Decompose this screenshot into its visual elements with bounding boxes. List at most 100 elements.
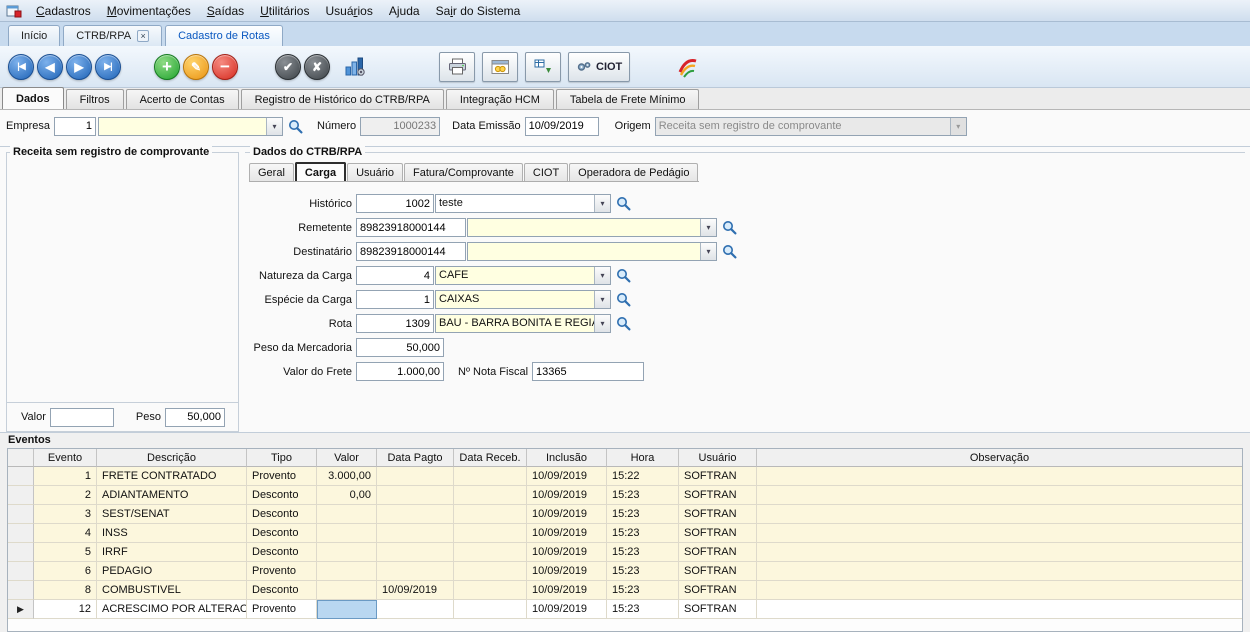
destinatario-combo[interactable]: ▾ [467,242,717,261]
column-header-observacao[interactable]: Observação [757,449,1242,467]
cell[interactable]: 10/09/2019 [527,505,607,524]
column-header-descricao[interactable]: Descrição [97,449,247,467]
cell[interactable] [377,562,454,581]
cell[interactable]: SOFTRAN [679,524,757,543]
search-icon[interactable] [722,220,737,235]
cell[interactable]: 10/09/2019 [527,486,607,505]
menu-item-ajuda[interactable]: Ajuda [381,0,428,21]
menu-item-saidas[interactable]: Saídas [199,0,252,21]
carga-tab-ciot[interactable]: CIOT [524,163,568,181]
rota-combo[interactable]: BAU - BARRA BONITA E REGIAO▾ [435,314,611,333]
nav-last-button[interactable]: ▶| [95,54,121,80]
report-button[interactable] [482,52,518,82]
column-header-hora[interactable]: Hora [607,449,679,467]
cell[interactable] [757,600,1242,619]
cell[interactable]: 10/09/2019 [527,581,607,600]
cell[interactable]: ACRESCIMO POR ALTERACAC [97,600,247,619]
cell[interactable]: 6 [34,562,97,581]
cell[interactable] [317,505,377,524]
cell[interactable]: SOFTRAN [679,562,757,581]
cell[interactable]: SOFTRAN [679,543,757,562]
carga-tab-usuario[interactable]: Usuário [347,163,403,181]
page-tab-tabela-de-frete-minimo[interactable]: Tabela de Frete Mínimo [556,89,700,109]
peso-input[interactable] [165,408,225,427]
peso-input[interactable] [356,338,444,357]
cell[interactable]: Provento [247,467,317,486]
cell[interactable] [757,467,1242,486]
table-row[interactable]: 4INSSDesconto10/09/201915:23SOFTRAN [8,524,1242,543]
empresa-combo[interactable]: ▾ [98,117,283,136]
cell[interactable] [454,467,527,486]
cell[interactable]: 8 [34,581,97,600]
cell[interactable] [454,486,527,505]
ciot-button[interactable]: CIOT [568,52,630,82]
cell[interactable]: SOFTRAN [679,505,757,524]
carga-tab-operadora-de-pedagio[interactable]: Operadora de Pedágio [569,163,698,181]
cell[interactable] [757,486,1242,505]
carga-tab-geral[interactable]: Geral [249,163,294,181]
window-tab-ctrb-rpa[interactable]: CTRB/RPA× [63,25,162,46]
cell[interactable]: 10/09/2019 [527,524,607,543]
cell[interactable] [317,600,377,619]
table-row[interactable]: ▶12ACRESCIMO POR ALTERACACProvento10/09/… [8,600,1242,619]
cell[interactable]: 15:23 [607,600,679,619]
delete-button[interactable]: − [212,54,238,80]
cell[interactable]: 15:23 [607,543,679,562]
cell[interactable]: Provento [247,562,317,581]
add-button[interactable]: + [154,54,180,80]
destinatario-code-input[interactable] [356,242,466,261]
cell[interactable] [454,543,527,562]
cell[interactable]: PEDAGIO [97,562,247,581]
cell[interactable]: Desconto [247,543,317,562]
nav-next-button[interactable]: ▶ [66,54,92,80]
cell[interactable]: 4 [34,524,97,543]
remetente-code-input[interactable] [356,218,466,237]
cell[interactable]: Desconto [247,524,317,543]
cell[interactable]: 10/09/2019 [527,543,607,562]
cell[interactable] [454,581,527,600]
softran-logo-button[interactable] [673,52,703,82]
cell[interactable]: 2 [34,486,97,505]
cell[interactable]: 3.000,00 [317,467,377,486]
table-row[interactable]: 8COMBUSTIVELDesconto10/09/201910/09/2019… [8,581,1242,600]
cell[interactable]: 15:22 [607,467,679,486]
cell[interactable]: 15:23 [607,562,679,581]
edit-button[interactable]: ✎ [183,54,209,80]
cell[interactable]: Desconto [247,505,317,524]
cell[interactable]: 15:23 [607,505,679,524]
cell[interactable] [377,467,454,486]
cell[interactable]: 10/09/2019 [527,600,607,619]
page-tab-registro-de-historico-do-ctrb-rpa[interactable]: Registro de Histórico do CTRB/RPA [241,89,444,109]
carga-tab-carga[interactable]: Carga [295,162,346,181]
chart-button[interactable] [339,52,371,82]
cell[interactable]: 5 [34,543,97,562]
table-row[interactable]: 3SEST/SENATDesconto10/09/201915:23SOFTRA… [8,505,1242,524]
menu-item-usuarios[interactable]: Usuários [317,0,380,21]
natureza-combo[interactable]: CAFE▾ [435,266,611,285]
cell[interactable] [757,543,1242,562]
cell[interactable]: 15:23 [607,581,679,600]
data-emissao-input[interactable] [525,117,599,136]
cell[interactable]: Desconto [247,581,317,600]
cell[interactable]: 10/09/2019 [377,581,454,600]
print-button[interactable] [439,52,475,82]
page-tab-acerto-de-contas[interactable]: Acerto de Contas [126,89,239,109]
cell[interactable] [317,543,377,562]
menu-item-utilitarios[interactable]: Utilitários [252,0,317,21]
menu-item-cadastros[interactable]: Cadastros [28,0,99,21]
cell[interactable]: 10/09/2019 [527,562,607,581]
column-header-data-pagto[interactable]: Data Pagto [377,449,454,467]
cell[interactable] [377,486,454,505]
nav-first-button[interactable]: |◀ [8,54,34,80]
cell[interactable]: SEST/SENAT [97,505,247,524]
table-row[interactable]: 2ADIANTAMENTODesconto0,0010/09/201915:23… [8,486,1242,505]
cell[interactable] [377,600,454,619]
cancel-button[interactable]: ✘ [304,54,330,80]
cell[interactable] [377,543,454,562]
page-tab-integracao-hcm[interactable]: Integração HCM [446,89,554,109]
rota-code-input[interactable] [356,314,434,333]
eventos-grid[interactable]: EventoDescriçãoTipoValorData PagtoData R… [7,448,1243,632]
table-row[interactable]: 5IRRFDesconto10/09/201915:23SOFTRAN [8,543,1242,562]
table-row[interactable]: 6PEDAGIOProvento 10/09/201915:23SOFTRAN [8,562,1242,581]
cell[interactable]: 15:23 [607,486,679,505]
